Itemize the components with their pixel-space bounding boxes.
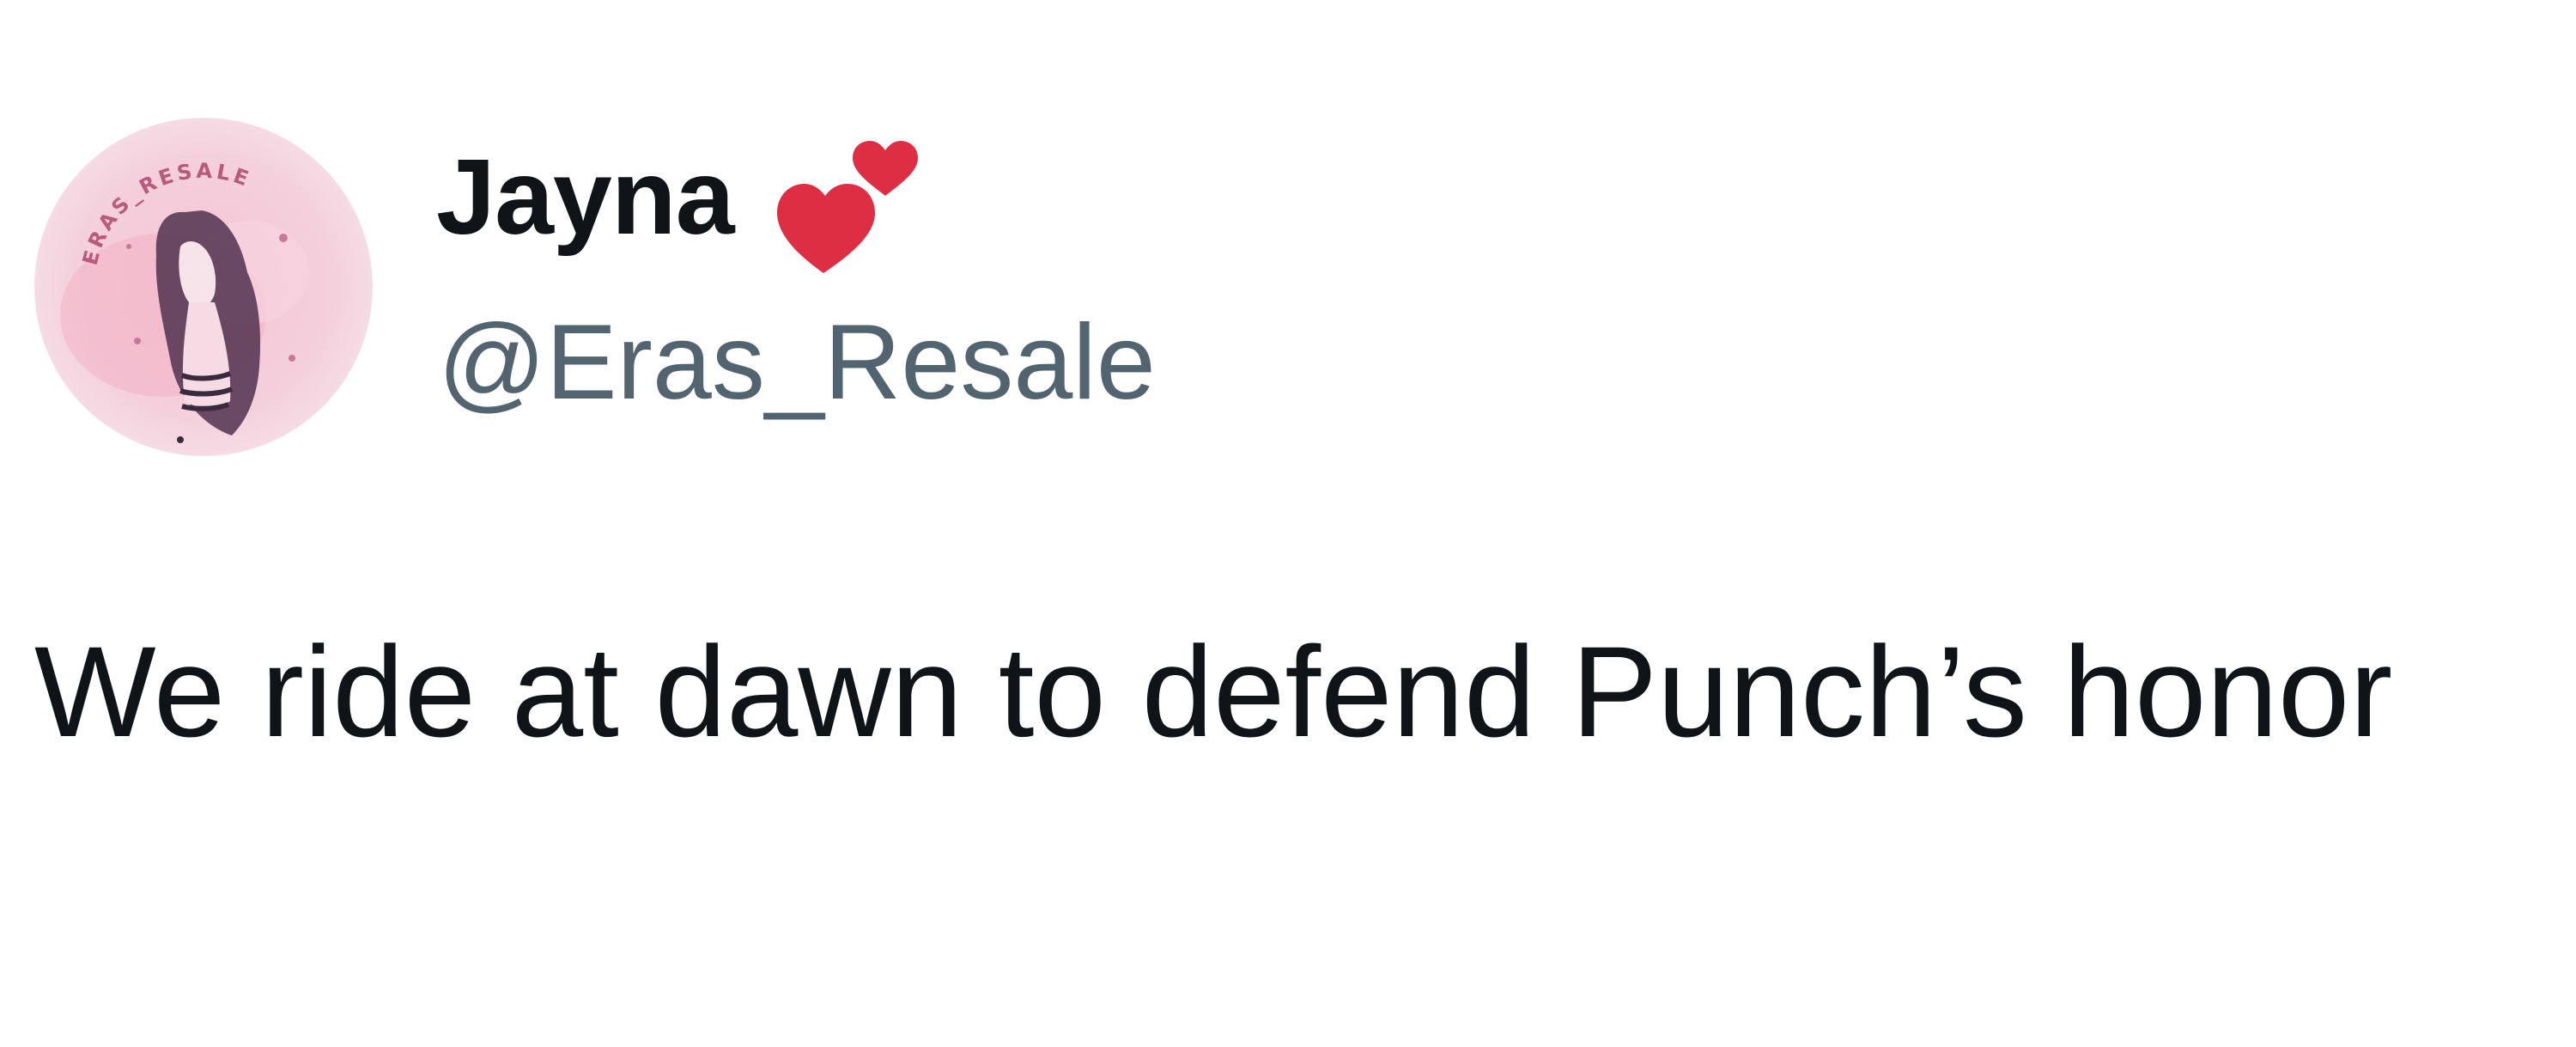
profile-avatar[interactable]: ERAS_RESALE [34,118,373,456]
avatar-image: ERAS_RESALE [34,118,373,456]
author-handle[interactable]: @Eras_Resale [438,309,1156,416]
hearts-icon [774,127,928,282]
tweet-body-text: We ride at dawn to defend Punch’s honor [34,619,2393,764]
author-name-row: Jayna [436,129,928,273]
display-name[interactable]: Jayna [436,144,735,251]
tweet-card: ERAS_RESALE Jayna @Eras_Resale We ride a… [0,0,2576,1047]
